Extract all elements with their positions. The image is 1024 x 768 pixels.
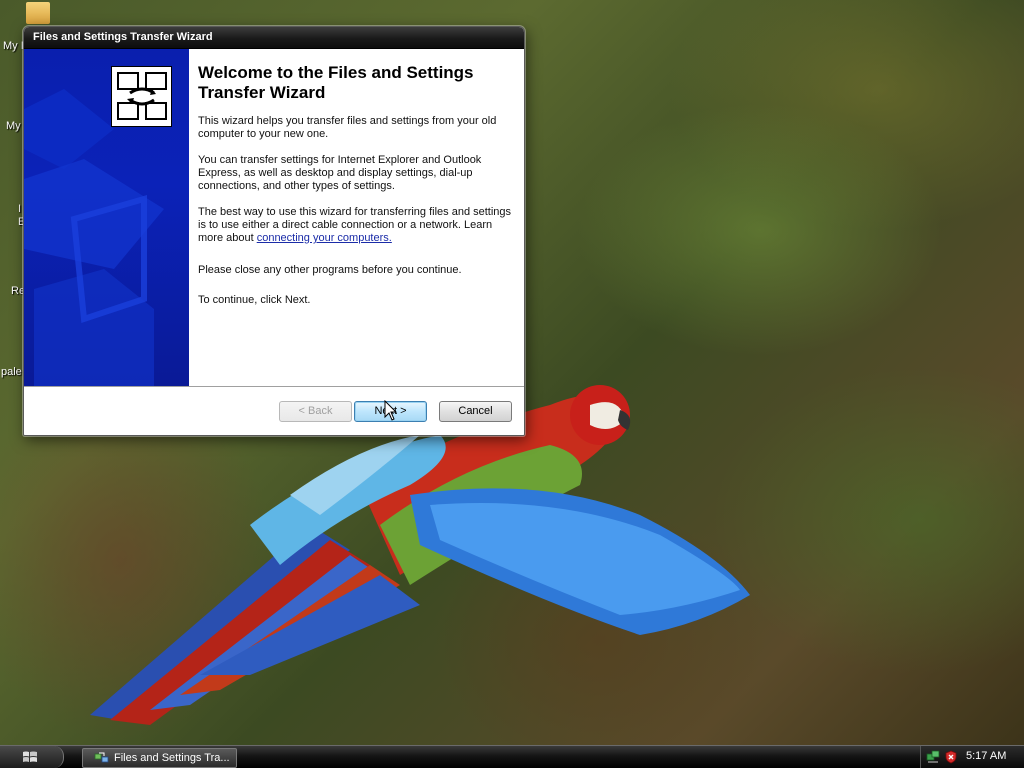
desktop-icon-label: My I <box>3 40 24 52</box>
network-icon[interactable] <box>926 750 940 764</box>
continue-paragraph: To continue, click Next. <box>198 294 311 306</box>
taskbar-item-label: Files and Settings Tra... <box>114 752 230 764</box>
wizard-button-bar: < Back Next > Cancel <box>24 386 524 435</box>
desktop-icon-label: I <box>18 203 22 215</box>
wizard-window: Files and Settings Transfer Wizard Welco… <box>23 26 525 436</box>
desktop-icon-label: My <box>6 120 21 132</box>
taskbar-item-transfer-wizard[interactable]: Files and Settings Tra... <box>82 748 237 768</box>
window-title: Files and Settings Transfer Wizard <box>33 31 213 43</box>
wizard-side-panel <box>24 49 189 388</box>
back-button[interactable]: < Back <box>279 401 352 422</box>
system-tray: 5:17 AM <box>920 746 1024 768</box>
mouse-cursor-icon <box>384 400 398 421</box>
settings-paragraph: You can transfer settings for Internet E… <box>198 154 482 192</box>
wizard-heading: Welcome to the Files and Settings Transf… <box>198 63 474 102</box>
cancel-button[interactable]: Cancel <box>439 401 512 422</box>
folder-icon <box>26 2 50 24</box>
wizard-logo-icon <box>111 66 172 127</box>
wizard-content: Welcome to the Files and Settings Transf… <box>198 63 518 307</box>
desktop-icon-my-documents[interactable]: My I <box>0 2 50 52</box>
desktop-icon-label: pale <box>1 366 22 378</box>
close-programs-paragraph: Please close any other programs before y… <box>198 264 462 276</box>
connecting-computers-link[interactable]: connecting your computers. <box>257 232 392 244</box>
security-alert-shield-icon[interactable] <box>944 750 958 764</box>
title-bar[interactable]: Files and Settings Transfer Wizard <box>24 27 524 49</box>
windows-logo-icon <box>23 751 37 762</box>
transfer-wizard-icon <box>94 752 109 763</box>
taskbar: Files and Settings Tra... 5:17 AM <box>0 745 1024 768</box>
intro-paragraph: This wizard helps you transfer files and… <box>198 115 497 140</box>
connection-paragraph: The best way to use this wizard for tran… <box>198 206 518 245</box>
start-button[interactable] <box>0 746 64 768</box>
clock[interactable]: 5:17 AM <box>966 750 1006 762</box>
